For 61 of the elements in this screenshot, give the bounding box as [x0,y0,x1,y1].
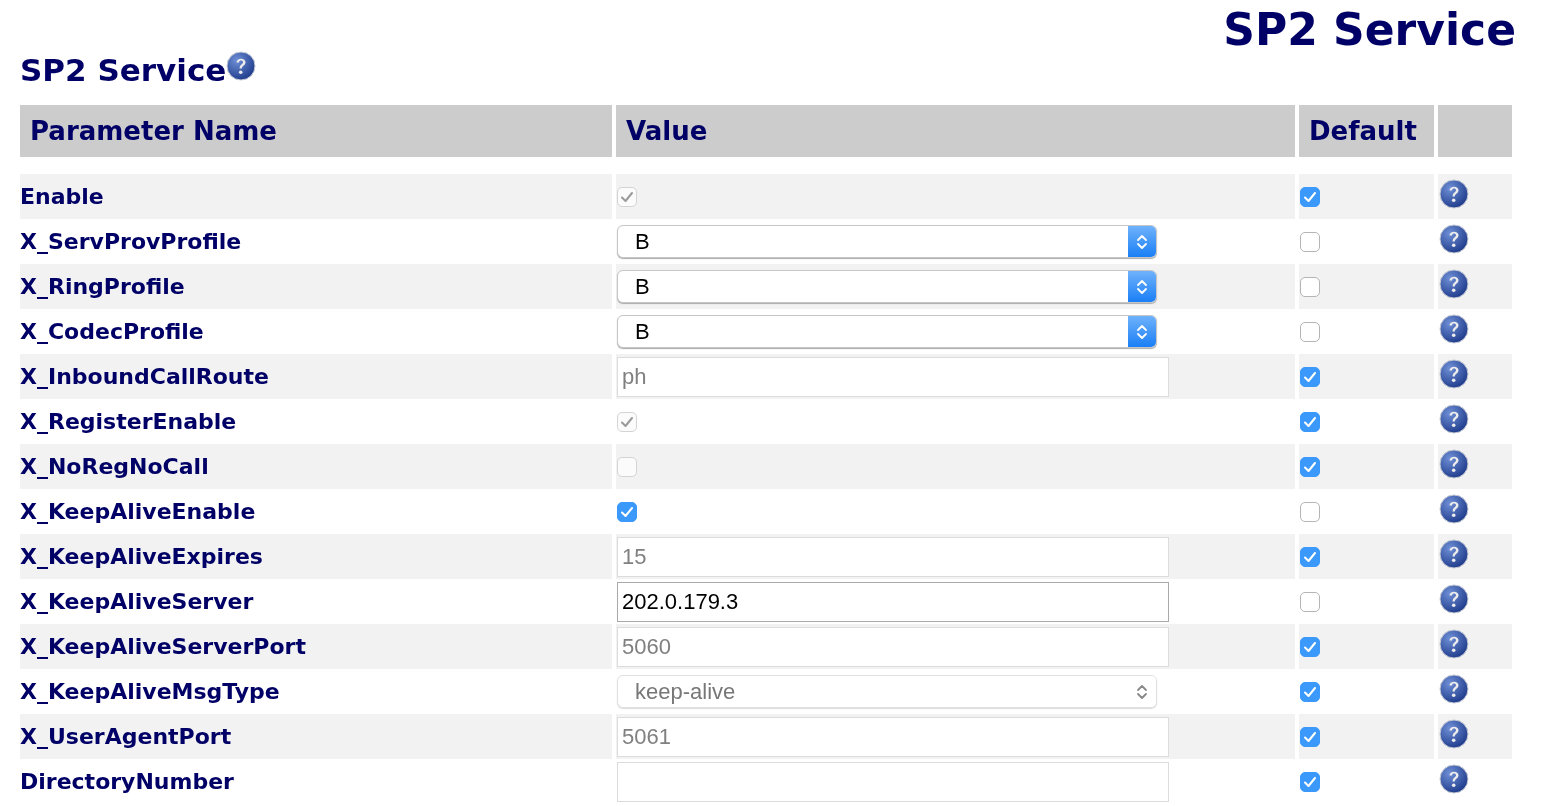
parameter-name: X_RegisterEnable [20,408,238,436]
page-title: SP2 Service [1222,3,1517,56]
help-icon[interactable] [1439,628,1469,659]
dropdown: keep-alive [617,675,1157,708]
dropdown[interactable]: B [617,270,1157,303]
column-header: Parameter Name [20,105,612,157]
parameter-name: X_KeepAliveServerPort [20,624,612,669]
parameter-name: X_KeepAliveServer [20,588,255,616]
default-checkbox[interactable] [1300,591,1320,612]
input-field: ph [617,356,1169,397]
check-icon [1304,731,1316,742]
help-icon[interactable] [1439,538,1469,569]
check-icon [1304,551,1316,562]
help-icon[interactable] [1439,673,1469,704]
parameter-name: X_ServProvProfile [20,228,243,256]
check-icon [621,506,633,517]
checkbox[interactable] [617,501,637,522]
check-icon [1304,776,1316,787]
parameter-name: X_NoRegNoCall [20,444,612,489]
default-checkbox[interactable] [1300,501,1320,522]
help-icon[interactable] [1439,223,1469,254]
check-icon [1304,191,1316,202]
parameter-name: X_CodecProfile [20,318,205,346]
help-icon[interactable] [1439,583,1469,614]
column-header: Default [1299,105,1434,157]
help-icon[interactable] [226,51,257,81]
check-icon [1304,371,1316,382]
check-icon [1304,686,1316,697]
help-icon[interactable] [1439,358,1469,389]
parameter-name: X_KeepAliveMsgType [20,678,281,706]
parameter-name: X_KeepAliveExpires [20,534,612,579]
input-field: 5060 [617,626,1169,667]
input-field: 5061 [617,716,1169,757]
check-icon [621,191,633,202]
parameter-name: DirectoryNumber [20,768,235,796]
default-checkbox[interactable] [1300,321,1320,342]
parameter-name: X_UserAgentPort [20,714,612,759]
default-checkbox[interactable] [1300,231,1320,252]
parameter-name: Enable [20,174,612,219]
section-heading: SP2 Service [20,51,227,90]
check-icon [621,416,633,427]
check-icon [1304,416,1316,427]
check-icon [1304,641,1316,652]
help-icon[interactable] [1439,313,1469,344]
help-icon[interactable] [1439,718,1469,749]
column-header: Value [616,105,1295,157]
input-field[interactable]: 202.0.179.3 [617,581,1169,622]
help-icon[interactable] [1439,763,1469,794]
help-icon[interactable] [1439,178,1469,209]
default-checkbox[interactable] [1300,276,1320,297]
parameter-name: X_RingProfile [20,264,612,309]
parameter-name: X_InboundCallRoute [20,354,612,399]
dropdown[interactable]: B [617,225,1157,258]
parameter-name: X_KeepAliveEnable [20,498,257,526]
dropdown[interactable]: B [617,315,1157,348]
input-field: 15 [617,536,1169,577]
help-icon[interactable] [1439,493,1469,524]
help-icon[interactable] [1439,448,1469,479]
help-icon[interactable] [1439,403,1469,434]
check-icon [1304,461,1316,472]
help-icon[interactable] [1439,268,1469,299]
